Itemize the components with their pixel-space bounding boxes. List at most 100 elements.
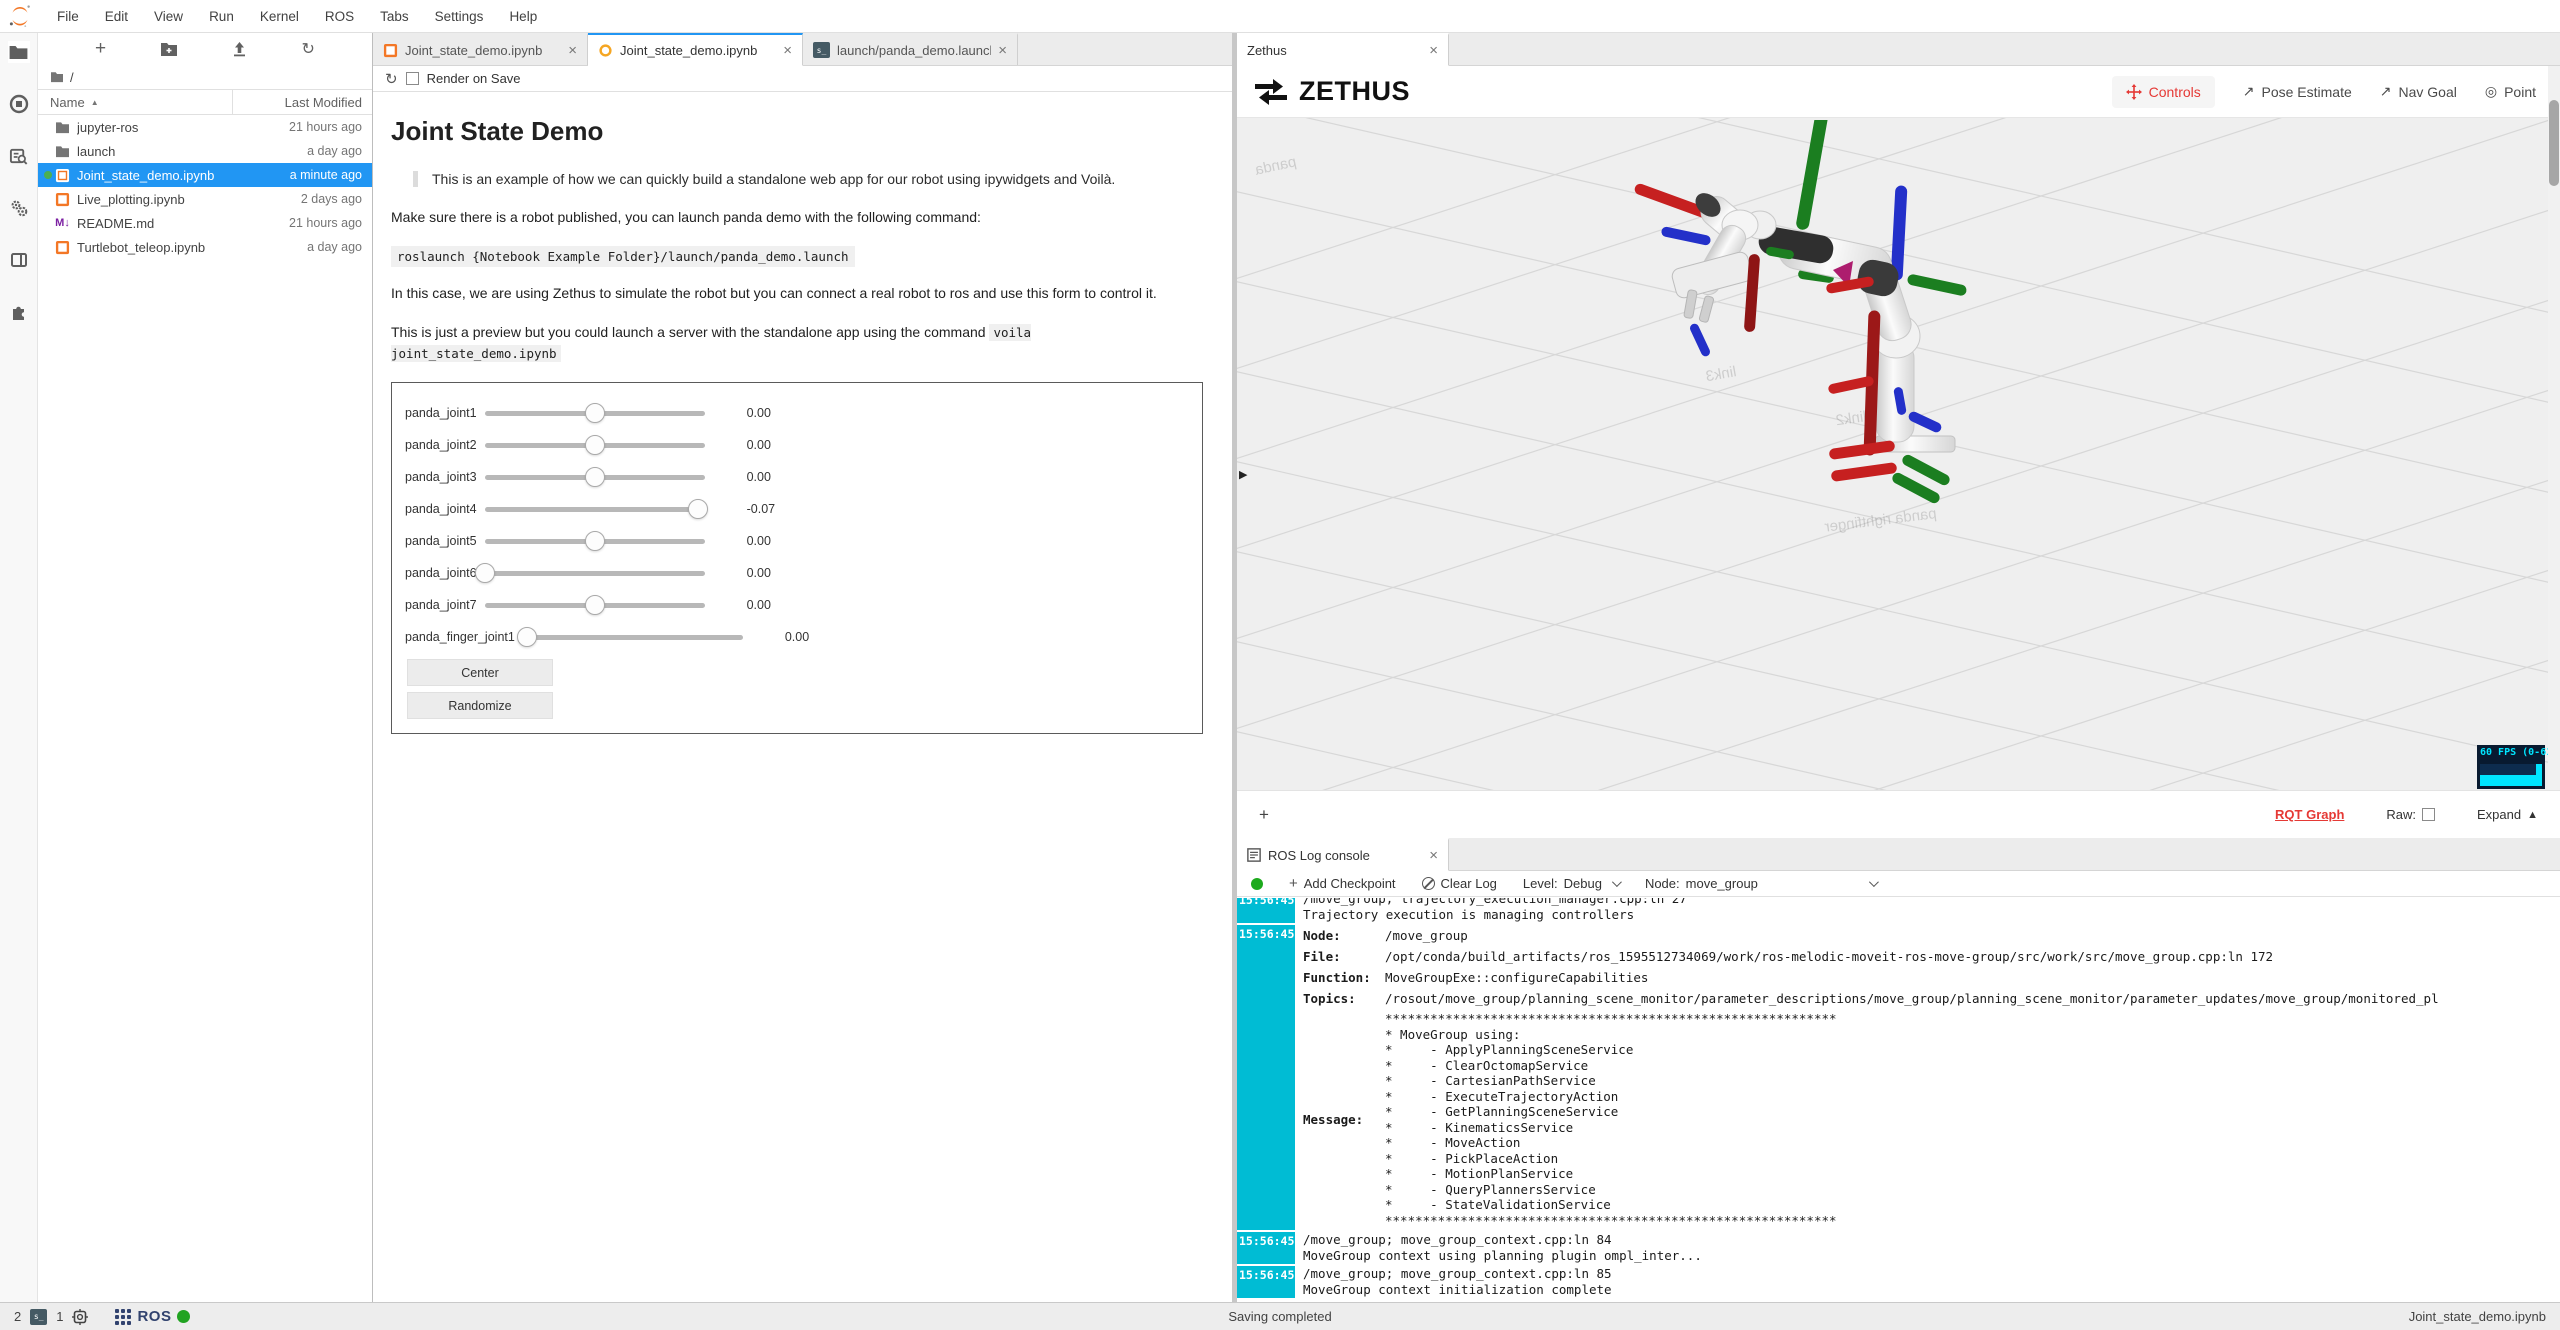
add-checkpoint-button[interactable]: + Add Checkpoint [1289,875,1396,892]
clear-log-button[interactable]: Clear Log [1422,876,1497,891]
refresh-preview-icon[interactable]: ↻ [385,70,398,88]
extension-manager-icon[interactable] [8,301,30,323]
file-row-selected[interactable]: Joint_state_demo.ipynb a minute ago [38,163,372,187]
slider-handle[interactable] [517,627,537,647]
slider-handle[interactable] [585,403,605,423]
file-row[interactable]: Turtlebot_teleop.ipynb a day ago [38,235,372,259]
menu-tabs[interactable]: Tabs [367,9,422,24]
slider-handle[interactable] [585,435,605,455]
controls-button[interactable]: Controls [2112,76,2215,108]
tab-panda-demo-launch[interactable]: s_ launch/panda_demo.launch × [803,33,1018,65]
blockquote: This is an example of how we can quickly… [413,171,1214,187]
file-browser-icon[interactable] [8,41,30,63]
slider-value: -0.07 [747,502,776,516]
menu-file[interactable]: File [44,9,92,24]
point-button[interactable]: ◎ Point [2485,83,2536,100]
close-icon[interactable]: × [1429,847,1438,864]
randomize-button[interactable]: Randomize [407,692,553,719]
tab-zethus[interactable]: Zethus × [1237,33,1449,66]
open-tabs-icon[interactable] [8,249,30,271]
kernel-count[interactable]: 1 [56,1309,63,1324]
tab-joint-state-demo-preview[interactable]: Joint_state_demo.ipynb × [588,33,803,66]
3d-viewport[interactable]: link3 link 1 link2 panda rightfinger pan… [1237,118,2560,790]
current-file-label: Joint_state_demo.ipynb [2409,1309,2546,1324]
sidebar-expand-handle[interactable]: ▶ [1239,468,1247,481]
scrollbar[interactable] [2548,66,2560,790]
running-kernels-icon[interactable] [8,93,30,115]
center-button[interactable]: Center [407,659,553,686]
slider-handle[interactable] [585,467,605,487]
close-icon[interactable]: × [1429,42,1438,59]
fps-meter[interactable]: 60 FPS (0-61) [2477,745,2545,789]
voila-preview-content: Joint State Demo This is an example of h… [373,92,1232,754]
folder-icon [54,121,71,134]
log-area[interactable]: 15:56:45 /move_group; trajectory_executi… [1237,898,2560,1302]
slider-handle[interactable] [475,563,495,583]
slider-handle[interactable] [585,531,605,551]
connection-status-dot [1251,878,1263,890]
ros-log-console-panel: ROS Log console × + Add Checkpoint Clear… [1237,838,2560,1302]
tab-joint-state-demo-notebook[interactable]: Joint_state_demo.ipynb × [373,33,588,65]
menu-help[interactable]: Help [496,9,550,24]
sort-asc-icon[interactable]: ▲ [91,98,99,107]
page-title: Joint State Demo [391,116,1214,147]
tab-ros-log-console[interactable]: ROS Log console × [1237,838,1449,871]
slider-panda-joint5[interactable] [485,539,705,544]
command-palette-icon[interactable] [8,145,30,167]
close-icon[interactable]: × [568,42,577,59]
menu-ros[interactable]: ROS [312,9,367,24]
slider-panda-joint4[interactable] [485,507,705,512]
node-select[interactable]: move_group [1686,876,1876,891]
ros-status-indicator[interactable]: ROS [115,1308,190,1325]
new-folder-icon[interactable] [160,41,178,57]
menu-run[interactable]: Run [196,9,247,24]
slider-panda-joint6[interactable] [485,571,705,576]
status-bar: 2 s_ 1 ROS Saving completed Joint_state_… [0,1302,2560,1330]
column-modified-header[interactable]: Last Modified [232,90,372,114]
close-icon[interactable]: × [783,42,792,59]
close-icon[interactable]: × [998,42,1007,59]
rqt-graph-link[interactable]: RQT Graph [2275,807,2344,822]
slider-panda-joint2[interactable] [485,443,705,448]
pose-estimate-button[interactable]: ↗ Pose Estimate [2243,83,2352,100]
expand-arrow-icon: ▲ [2527,809,2538,821]
breadcrumb-root[interactable]: / [70,70,74,85]
menu-view[interactable]: View [141,9,196,24]
file-row[interactable]: Live_plotting.ipynb 2 days ago [38,187,372,211]
slider-panda-joint1[interactable] [485,411,705,416]
menu-edit[interactable]: Edit [92,9,141,24]
upload-icon[interactable] [232,41,247,57]
nav-goal-button[interactable]: ↗ Nav Goal [2380,83,2457,100]
column-name-header[interactable]: Name [50,95,85,110]
notebook-icon [54,192,71,207]
zethus-header: ZETHUS Controls ↗ Pose Estimate ↗ Nav Go… [1237,66,2560,118]
slider-handle[interactable] [585,595,605,615]
file-list-header: Name ▲ Last Modified [38,89,372,115]
markdown-icon: M↓ [54,217,71,229]
kernel-icon [72,1309,88,1325]
slider-value: 0.00 [747,534,771,548]
slider-panda-joint3[interactable] [485,475,705,480]
menu-settings[interactable]: Settings [422,9,497,24]
scrollbar-thumb[interactable] [2549,100,2559,186]
slider-handle[interactable] [688,499,708,519]
terminal-count[interactable]: 2 [14,1309,21,1324]
menu-kernel[interactable]: Kernel [247,9,312,24]
file-row[interactable]: M↓ README.md 21 hours ago [38,211,372,235]
slider-panda-joint7[interactable] [485,603,705,608]
slider-panda-finger-joint1[interactable] [523,635,743,640]
file-row[interactable]: launch a day ago [38,139,372,163]
render-on-save-checkbox[interactable] [406,72,419,85]
slider-row: panda_joint2 0.00 [405,429,1202,461]
property-inspector-icon[interactable] [8,197,30,219]
raw-checkbox[interactable] [2422,808,2435,821]
expand-button[interactable]: Expand ▲ [2477,807,2538,822]
file-row[interactable]: jupyter-ros 21 hours ago [38,115,372,139]
level-select[interactable]: Debug [1564,876,1619,891]
slider-value: 0.00 [747,438,771,452]
breadcrumb[interactable]: / [38,65,372,89]
zethus-logo-icon [1253,78,1289,106]
refresh-file-list-icon[interactable]: ↻ [301,39,314,59]
new-launcher-icon[interactable]: + [95,38,106,60]
add-visualization-button[interactable]: + [1259,805,1269,825]
